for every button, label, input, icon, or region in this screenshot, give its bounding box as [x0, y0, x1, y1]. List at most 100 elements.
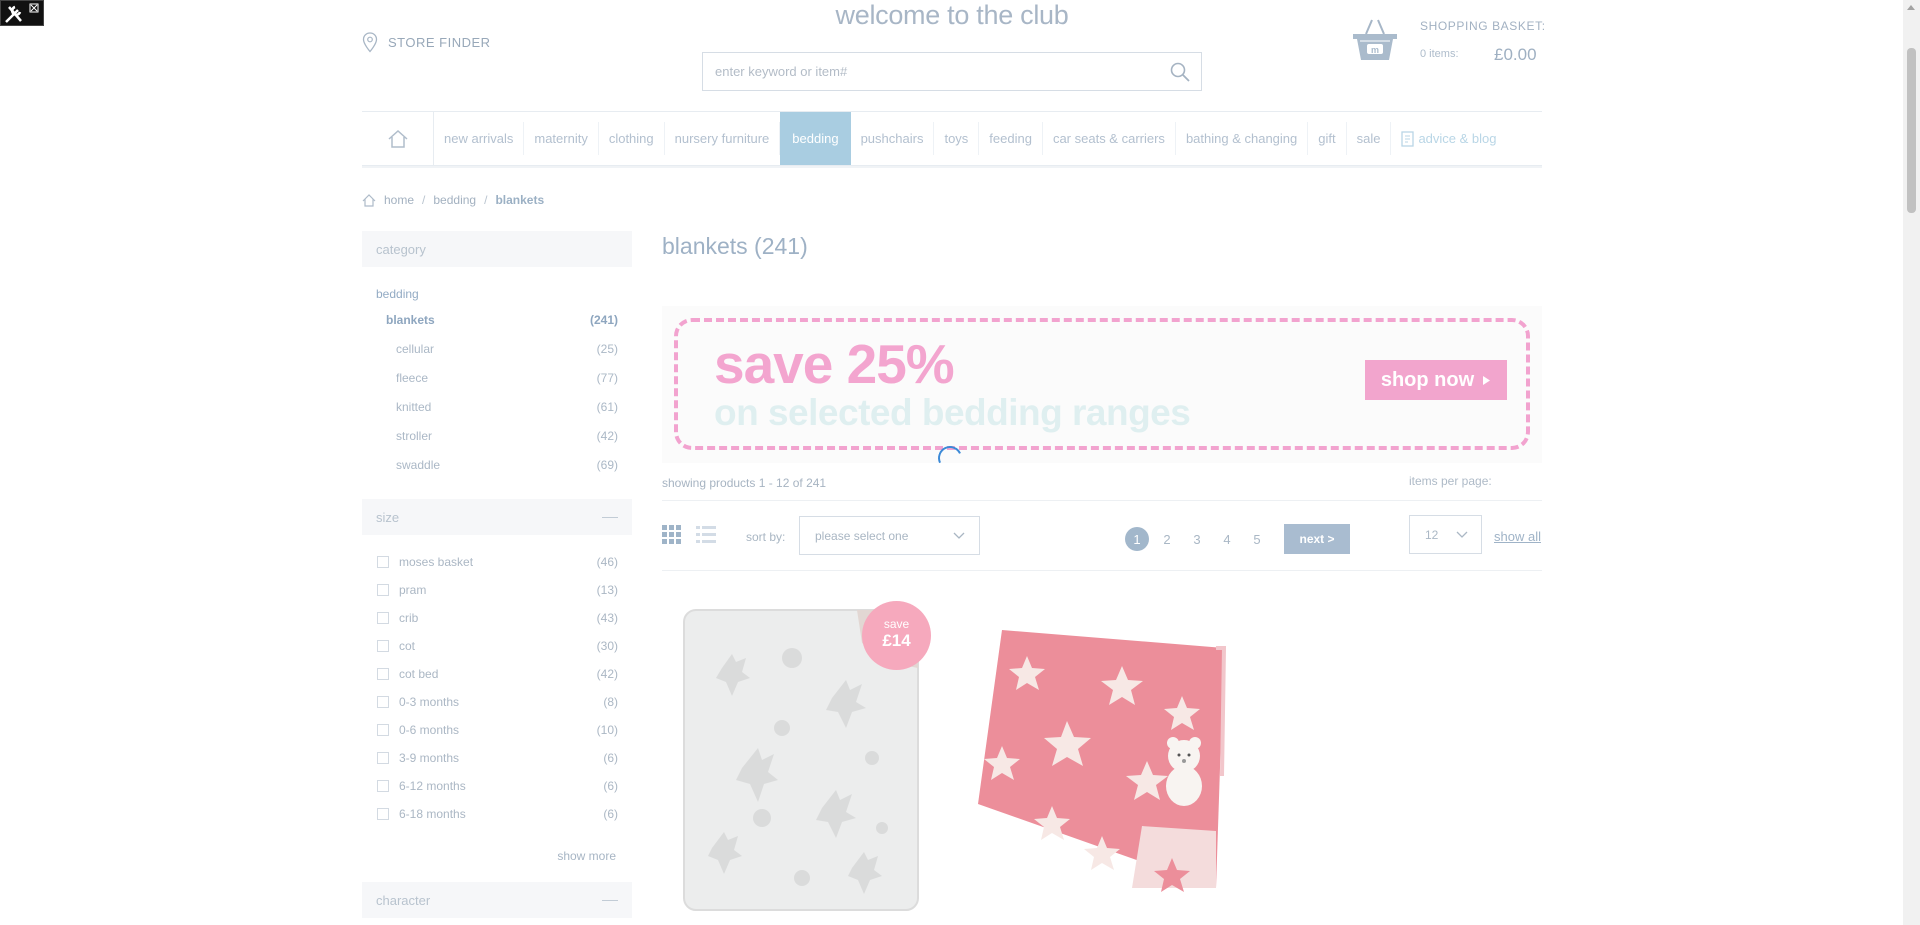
toolbar-divider [662, 570, 1542, 571]
nav-divider [362, 166, 1542, 168]
nav-item-car-seats[interactable]: car seats & carriers [1043, 122, 1176, 155]
subcategory-count: (25) [596, 342, 618, 356]
grid-view-icon[interactable] [662, 525, 682, 550]
nav-item-new-arrivals[interactable]: new arrivals [434, 122, 525, 155]
size-count: (43) [596, 611, 618, 625]
nav-item-maternity[interactable]: maternity [524, 122, 599, 155]
basket-icon[interactable]: m [1352, 18, 1398, 67]
collapse-icon[interactable] [602, 899, 618, 901]
size-count: (46) [596, 555, 618, 569]
category-header: category [362, 231, 632, 267]
nav-item-sale[interactable]: sale [1347, 122, 1392, 155]
subcategory-label: knitted [396, 400, 432, 414]
promo-banner[interactable]: save 25% on selected bedding ranges shop… [662, 306, 1542, 463]
character-header[interactable]: character [362, 882, 632, 918]
size-filter-crib[interactable]: crib (43) [377, 611, 618, 625]
location-pin-icon [362, 32, 378, 53]
scroll-up-arrow-icon[interactable] [1907, 5, 1915, 10]
chevron-down-icon [1456, 531, 1468, 538]
store-finder-link[interactable]: STORE FINDER [362, 32, 491, 53]
page-title: blankets (241) [662, 233, 808, 259]
shop-now-button[interactable]: shop now [1365, 360, 1507, 400]
size-label: crib [399, 611, 419, 625]
checkbox[interactable] [377, 556, 389, 568]
size-filter-3-9-months[interactable]: 3-9 months (6) [377, 751, 618, 765]
search-icon[interactable] [1169, 61, 1191, 83]
shop-now-label: shop now [1380, 368, 1475, 391]
sort-value: please select one [815, 528, 909, 543]
checkbox[interactable] [377, 612, 389, 624]
product-image-star-blanket[interactable] [972, 626, 1230, 901]
nav-item-feeding[interactable]: feeding [979, 122, 1043, 155]
pagination: 1 2 3 4 5 next > [1122, 524, 1350, 554]
show-more-link[interactable]: show more [362, 849, 616, 863]
basket-title[interactable]: SHOPPING BASKET: [1420, 19, 1546, 33]
subcategory-knitted[interactable]: knitted (61) [396, 400, 618, 414]
nav-item-toys[interactable]: toys [934, 122, 980, 155]
size-count: (13) [596, 583, 618, 597]
size-label: moses basket [399, 555, 474, 569]
size-header[interactable]: size [362, 499, 632, 535]
checkbox[interactable] [377, 808, 389, 820]
nav-item-bedding[interactable]: bedding [780, 112, 851, 165]
size-filter-6-12-months[interactable]: 6-12 months (6) [377, 779, 618, 793]
size-label: pram [399, 583, 427, 597]
page-1[interactable]: 1 [1125, 527, 1149, 551]
checkbox[interactable] [377, 668, 389, 680]
nav-item-nursery-furniture[interactable]: nursery furniture [665, 122, 781, 155]
page-3[interactable]: 3 [1182, 527, 1212, 551]
subcategory-stroller[interactable]: stroller (42) [396, 429, 618, 443]
size-filter-cot[interactable]: cot (30) [377, 639, 618, 653]
size-filter-6-18-months[interactable]: 6-18 months (6) [377, 807, 618, 821]
page-4[interactable]: 4 [1212, 527, 1242, 551]
nav-item-clothing[interactable]: clothing [599, 122, 665, 155]
size-filter-0-3-months[interactable]: 0-3 months (8) [377, 695, 618, 709]
save-badge-label: save [883, 617, 910, 631]
size-filter-0-6-months[interactable]: 0-6 months (10) [377, 723, 618, 737]
size-filter-pram[interactable]: pram (13) [377, 583, 618, 597]
checkbox[interactable] [377, 780, 389, 792]
show-all-link[interactable]: show all [1494, 529, 1541, 544]
list-view-icon[interactable] [696, 525, 716, 550]
breadcrumb-home[interactable]: home [384, 193, 414, 207]
checkbox[interactable] [377, 724, 389, 736]
chevron-down-icon [953, 532, 965, 539]
items-per-page-select[interactable]: 12 [1409, 515, 1482, 554]
size-count: (6) [603, 779, 618, 793]
scrollbar-thumb[interactable] [1907, 48, 1916, 213]
nav-item-advice-blog[interactable]: advice & blog [1391, 122, 1506, 155]
sort-select[interactable]: please select one [799, 516, 980, 555]
category-root[interactable]: bedding [376, 287, 419, 301]
page-2[interactable]: 2 [1152, 527, 1182, 551]
collapse-icon[interactable] [602, 516, 618, 518]
page: STORE FINDER welcome to the club m SHOPP… [0, 0, 1920, 925]
size-count: (6) [603, 807, 618, 821]
subcategory-cellular[interactable]: cellular (25) [396, 342, 618, 356]
nav-item-bathing[interactable]: bathing & changing [1176, 122, 1309, 155]
breadcrumb-separator: / [484, 193, 488, 207]
search-input[interactable] [715, 53, 1155, 90]
checkbox[interactable] [377, 696, 389, 708]
page-5[interactable]: 5 [1242, 527, 1272, 551]
subcategory-fleece[interactable]: fleece (77) [396, 371, 618, 385]
subcategory-swaddle[interactable]: swaddle (69) [396, 458, 618, 472]
next-page-button[interactable]: next > [1284, 524, 1350, 554]
checkbox[interactable] [377, 584, 389, 596]
checkbox[interactable] [377, 640, 389, 652]
breadcrumb-bedding[interactable]: bedding [433, 193, 476, 207]
results-count: showing products 1 - 12 of 241 [662, 476, 827, 490]
size-label: 0-3 months [399, 695, 460, 709]
checkbox[interactable] [377, 752, 389, 764]
basket-items: 0 items: [1420, 48, 1459, 60]
vertical-scrollbar[interactable] [1903, 0, 1920, 925]
tools-icon[interactable] [0, 0, 44, 26]
subcategory-count: (77) [596, 371, 618, 385]
toolbar-divider [662, 500, 1542, 501]
nav-home[interactable] [362, 112, 434, 165]
nav-item-gift[interactable]: gift [1308, 122, 1347, 155]
category-current[interactable]: blankets (241) [386, 313, 618, 327]
size-filter-cot-bed[interactable]: cot bed (42) [377, 667, 618, 681]
nav-item-pushchairs[interactable]: pushchairs [851, 122, 935, 155]
advice-blog-label: advice & blog [1418, 131, 1497, 146]
size-filter-moses-basket[interactable]: moses basket (46) [377, 555, 618, 569]
